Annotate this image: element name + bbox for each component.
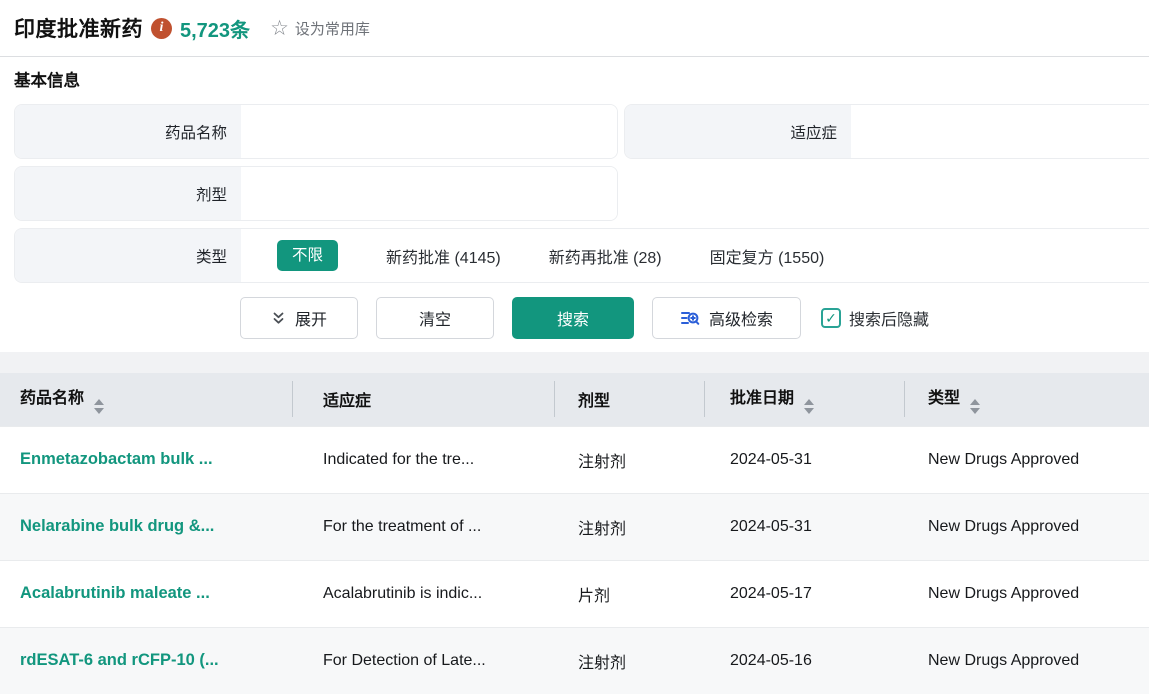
type-option-new-drugs-reapproved[interactable]: 新药再批准 (28) [549,244,662,268]
column-header-approval-date-label: 批准日期 [730,390,794,407]
indication-label: 适应症 [625,105,851,158]
column-header-drug-name[interactable]: 药品名称 [0,373,293,426]
info-icon[interactable]: i [151,18,172,39]
drug-name-label: 药品名称 [15,105,241,158]
hide-after-search-label: 搜索后隐藏 [849,306,929,330]
drug-name-field: 药品名称 [14,104,618,159]
sort-icon[interactable] [804,399,814,414]
search-button-label: 搜索 [557,306,589,330]
type-cell: New Drugs Approved [905,493,1149,560]
table-row: Nelarabine bulk drug &... For the treatm… [0,493,1149,560]
form-row-3: 类型 不限 新药批准 (4145) 新药再批准 (28) 固定复方 (1550) [14,228,1149,283]
dosage-form-field: 剂型 [14,166,618,221]
star-icon: ☆ [270,18,289,39]
sort-icon[interactable] [970,399,980,414]
column-header-indication-label: 适应症 [323,393,371,410]
type-options: 不限 新药批准 (4145) 新药再批准 (28) 固定复方 (1550) [241,229,1149,282]
column-header-dosage-form: 剂型 [555,373,705,426]
india-approved-new-drugs-page: 印度批准新药 i 5,723条 ☆ 设为常用库 基本信息 药品名称 适应症 剂型 [0,0,1149,694]
results-table-header: 药品名称 适应症 剂型 批准日期 类型 [0,373,1149,426]
drug-name-link[interactable]: Acalabrutinib maleate ... [20,584,210,602]
page-header: 印度批准新药 i 5,723条 ☆ 设为常用库 [0,0,1149,57]
column-header-dosage-form-label: 剂型 [578,393,610,410]
type-option-new-drugs-approved[interactable]: 新药批准 (4145) [386,244,501,268]
type-cell: New Drugs Approved [905,627,1149,694]
column-header-type-label: 类型 [928,390,960,407]
drug-name-link[interactable]: Enmetazobactam bulk ... [20,450,213,468]
dosage-form-cell: 片剂 [555,560,705,627]
dosage-form-cell: 注射剂 [555,493,705,560]
dosage-form-cell: 注射剂 [555,627,705,694]
indication-field: 适应症 [624,104,1149,159]
expand-button-label: 展开 [295,306,327,330]
clear-button-label: 清空 [419,306,451,330]
column-header-indication: 适应症 [293,373,555,426]
chevron-double-down-icon [271,311,286,326]
indication-cell: For the treatment of ... [293,493,555,560]
type-label: 类型 [15,229,241,282]
hide-after-search-checkbox[interactable]: ✓ [821,308,841,328]
form-row-2: 剂型 [14,166,1149,221]
indication-cell: Acalabrutinib is indic... [293,560,555,627]
table-row: Enmetazobactam bulk ... Indicated for th… [0,426,1149,493]
dosage-form-input[interactable] [241,167,617,220]
form-actions: 展开 清空 搜索 高级检索 [240,297,1149,339]
type-cell: New Drugs Approved [905,426,1149,493]
type-cell: New Drugs Approved [905,560,1149,627]
dosage-form-label: 剂型 [15,167,241,220]
expand-button[interactable]: 展开 [240,297,358,339]
indication-cell: For Detection of Late... [293,627,555,694]
results-table: 药品名称 适应症 剂型 批准日期 类型 Enmetazobactam bulk … [0,373,1149,694]
approval-date-cell: 2024-05-31 [705,493,905,560]
drug-name-input[interactable] [241,105,617,158]
indication-cell: Indicated for the tre... [293,426,555,493]
type-option-fixed-dose-combination[interactable]: 固定复方 (1550) [710,244,825,268]
set-favorite-library-label: 设为常用库 [295,18,370,39]
search-form: 基本信息 药品名称 适应症 剂型 类型 不限 新药批准 (4145) [0,57,1149,339]
dosage-form-cell: 注射剂 [555,426,705,493]
section-title-basic-info: 基本信息 [14,67,1149,91]
approval-date-cell: 2024-05-16 [705,627,905,694]
set-favorite-library-button[interactable]: ☆ 设为常用库 [270,18,370,39]
check-icon: ✓ [825,310,837,327]
drug-name-link[interactable]: Nelarabine bulk drug &... [20,517,214,535]
hide-after-search-checkbox-group[interactable]: ✓ 搜索后隐藏 [821,306,929,330]
page-title: 印度批准新药 [14,13,143,43]
clear-button[interactable]: 清空 [376,297,494,339]
table-row: Acalabrutinib maleate ... Acalabrutinib … [0,560,1149,627]
drug-name-link[interactable]: rdESAT-6 and rCFP-10 (... [20,651,219,669]
indication-input[interactable] [851,105,1149,158]
type-field: 类型 不限 新药批准 (4145) 新药再批准 (28) 固定复方 (1550) [14,228,1149,283]
type-option-unlimited[interactable]: 不限 [277,240,338,272]
sort-icon[interactable] [94,399,104,414]
advanced-search-button-label: 高级检索 [709,306,773,330]
approval-date-cell: 2024-05-17 [705,560,905,627]
column-header-approval-date[interactable]: 批准日期 [705,373,905,426]
column-header-type[interactable]: 类型 [905,373,1149,426]
table-row: rdESAT-6 and rCFP-10 (... For Detection … [0,627,1149,694]
record-count: 5,723条 [180,14,250,43]
search-button[interactable]: 搜索 [512,297,634,339]
form-row-1: 药品名称 适应症 [14,104,1149,159]
section-divider [0,352,1149,373]
advanced-search-button[interactable]: 高级检索 [652,297,801,339]
column-header-drug-name-label: 药品名称 [20,390,84,407]
advanced-search-icon [680,308,700,328]
approval-date-cell: 2024-05-31 [705,426,905,493]
